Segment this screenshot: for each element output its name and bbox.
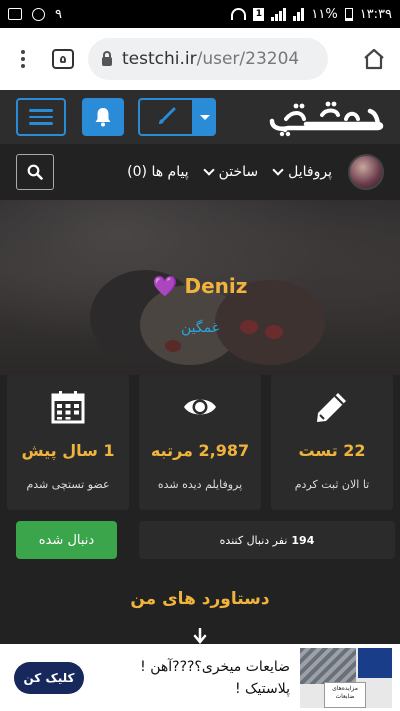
stat-value: 2,987 مرتبه	[150, 441, 250, 460]
ad-logo	[358, 647, 392, 678]
ad-cta-button[interactable]: کلیک کن	[14, 661, 84, 694]
search-button[interactable]	[16, 154, 54, 190]
url-domain: testchi.ir	[122, 49, 197, 69]
create-dropdown-toggle[interactable]	[194, 98, 216, 136]
sim-icon: 1	[253, 7, 265, 21]
eye-icon	[184, 399, 216, 415]
ad-text[interactable]: ضایعات میخری؟???آهن ! پلاستیک !	[100, 656, 290, 700]
stat-value: 22 تست	[298, 441, 366, 460]
nav-build-menu[interactable]: ساختن	[202, 164, 259, 180]
profile-cover: 💜 Deniz غمگین	[0, 200, 400, 375]
home-icon[interactable]	[362, 47, 386, 71]
followers-label: نفر دنبال کننده	[219, 533, 288, 547]
lock-icon	[102, 50, 112, 66]
gallery-notification-icon	[8, 8, 22, 20]
stat-label: پروفایلم دیده شده	[157, 478, 243, 491]
stat-card-tests: 22 تست تا الان ثبت کردم	[271, 375, 393, 510]
more-menu-icon[interactable]	[8, 50, 38, 68]
url-path: /user/23204	[196, 49, 300, 69]
create-dropdown[interactable]	[138, 98, 216, 136]
signal-icon	[271, 7, 287, 21]
chevron-down-icon	[202, 164, 215, 176]
profile-username: Deniz	[184, 274, 248, 298]
hamburger-menu-button[interactable]	[16, 98, 66, 136]
ad-banner[interactable]: کلیک کن ضایعات میخری؟???آهن ! پلاستیک ! …	[0, 644, 400, 711]
avatar[interactable]	[348, 154, 384, 190]
signal-icon-2	[293, 7, 305, 21]
stat-card-views: 2,987 مرتبه پروفایلم دیده شده	[139, 375, 261, 510]
pencil-icon	[317, 393, 346, 422]
calendar-icon	[51, 391, 85, 424]
arrow-down-icon	[193, 628, 207, 644]
followers-number: 194	[291, 533, 315, 547]
clock: ۱۳:۳۹	[359, 6, 392, 22]
stat-card-joined: 1 سال پیش عضو تستچی شدم	[7, 375, 129, 510]
bell-icon	[95, 108, 111, 127]
achievements-title: دستاورد های من	[130, 589, 270, 609]
ad-line-2: پلاستیک !	[234, 680, 290, 697]
stat-value: 1 سال پیش	[21, 441, 115, 460]
chevron-down-icon	[272, 164, 284, 176]
paintbrush-icon	[159, 107, 176, 124]
search-icon	[27, 164, 43, 180]
ad-image[interactable]: مزایده‌های ضایعات	[300, 647, 392, 708]
notifications-button[interactable]	[82, 98, 124, 136]
follow-button[interactable]: دنبال شده	[16, 521, 117, 559]
wifi-icon	[231, 8, 247, 20]
nav-messages-link[interactable]: پیام ها (0)	[127, 164, 188, 180]
stat-label: تا الان ثبت کردم	[294, 478, 370, 491]
battery-icon	[344, 7, 353, 21]
ad-image-label: مزایده‌های ضایعات	[324, 681, 366, 708]
messenger-notification-icon	[32, 7, 45, 21]
followers-count[interactable]: 194 نفر دنبال کننده	[139, 521, 395, 559]
battery-percent: ۱۱%	[311, 6, 338, 22]
stat-label: عضو تستچی شدم	[26, 478, 110, 491]
notification-count: ۹	[55, 6, 62, 22]
site-logo[interactable]	[266, 97, 384, 137]
stats-cards: 1 سال پیش عضو تستچی شدم 2,987 مرتبه پروف…	[7, 375, 393, 510]
profile-name: 💜 Deniz	[0, 274, 400, 298]
ad-line-1: ضایعات میخری؟???آهن !	[140, 658, 290, 675]
browser-toolbar: ۵ testchi.ir/user/23204	[0, 28, 400, 90]
status-bar: ۹ 1 ۱۱% ۱۳:۳۹	[0, 0, 400, 28]
nav-profile-menu[interactable]: پروفایل	[272, 164, 332, 180]
nav-build-label: ساختن	[218, 164, 259, 180]
heart-icon: 💜	[152, 274, 178, 298]
site-header	[0, 90, 400, 144]
nav-profile-label: پروفایل	[288, 164, 332, 180]
user-nav: پروفایل ساختن پیام ها (0)	[0, 144, 400, 200]
create-button[interactable]	[138, 98, 194, 136]
address-bar[interactable]: testchi.ir/user/23204	[88, 38, 328, 80]
profile-mood: غمگین	[180, 320, 220, 336]
nav-messages-label: پیام ها (0)	[127, 164, 189, 180]
tab-switcher-button[interactable]: ۵	[52, 49, 74, 69]
